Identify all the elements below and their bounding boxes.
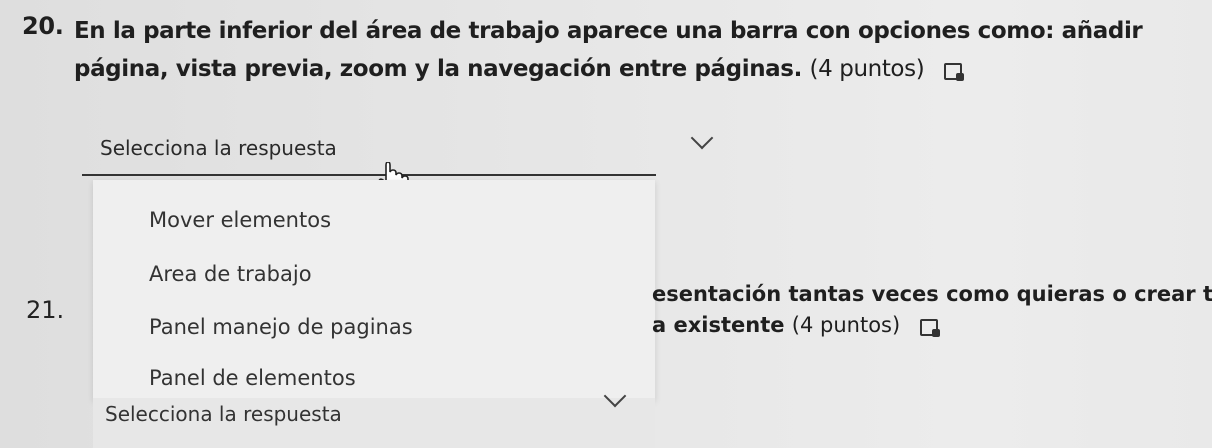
immersive-reader-icon[interactable] bbox=[918, 317, 940, 337]
question-points: (4 puntos) bbox=[809, 56, 925, 82]
answer-dropdown-20[interactable]: Selecciona la respuesta bbox=[82, 118, 714, 176]
question-points: (4 puntos) bbox=[791, 313, 901, 337]
chevron-down-icon bbox=[690, 126, 714, 150]
question-text: En la parte inferior del área de trabajo… bbox=[74, 12, 1174, 88]
option-panel-de-elementos[interactable]: Panel de elementos bbox=[149, 366, 356, 390]
answer-dropdown-21[interactable]: Selecciona la respuesta bbox=[93, 384, 655, 448]
question-21-text-line1: esentación tantas veces como quieras o c… bbox=[652, 282, 1212, 306]
dropdown-options-list: Mover elementos Area de trabajo Panel ma… bbox=[93, 180, 655, 400]
question-statement: En la parte inferior del área de trabajo… bbox=[74, 18, 1143, 82]
question-number: 20. bbox=[22, 12, 64, 40]
dropdown-placeholder: Selecciona la respuesta bbox=[100, 136, 337, 160]
question-21-text-line2: a existente (4 puntos) bbox=[652, 313, 940, 337]
option-area-de-trabajo[interactable]: Area de trabajo bbox=[149, 262, 312, 286]
immersive-reader-icon[interactable] bbox=[942, 61, 964, 81]
question-21-number: 21. bbox=[26, 296, 65, 324]
option-panel-manejo-de-paginas[interactable]: Panel manejo de paginas bbox=[149, 315, 413, 339]
question-statement: a existente bbox=[652, 313, 785, 337]
dropdown-placeholder: Selecciona la respuesta bbox=[105, 402, 342, 426]
option-mover-elementos[interactable]: Mover elementos bbox=[149, 208, 331, 232]
